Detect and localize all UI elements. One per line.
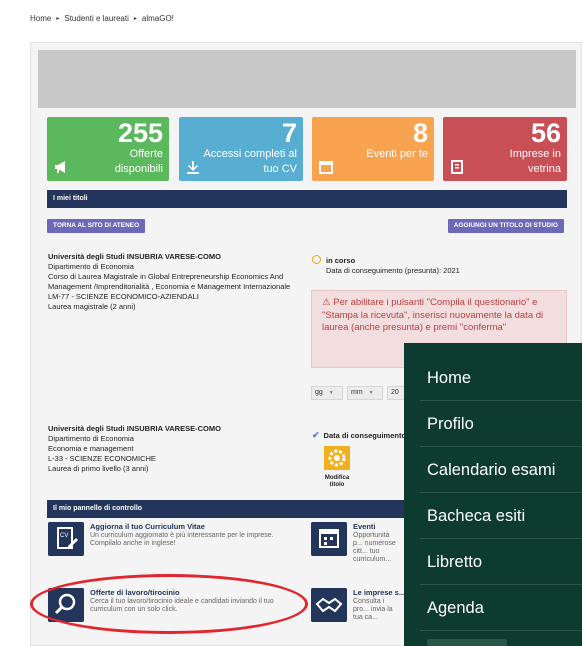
back-to-university-button[interactable]: TORNA AL SITO DI ATENEO — [47, 219, 146, 233]
stat-tile-accessi[interactable]: 7 Accessi completi al tuo CV — [179, 117, 303, 181]
check-icon: ✔ — [312, 430, 320, 440]
menu-item-label: Home — [427, 369, 472, 387]
svg-text:CV: CV — [60, 533, 68, 539]
course-name: Corso di Laurea Magistrale in Global Ent… — [48, 272, 291, 291]
alert-text: Per abilitare i pulsanti "Compila il que… — [322, 297, 544, 333]
breadcrumb-almago: almaGO! — [141, 14, 174, 23]
title-card-triennale: Università degli Studi INSUBRIA VARESE-C… — [48, 424, 298, 474]
day-select[interactable]: gg ▼ — [311, 386, 343, 400]
degree-class: L-33 - SCIENZE ECONOMICHE — [48, 454, 156, 463]
degree-class: LM-77 - SCIENZE ECONOMICO-AZIENDALI — [48, 292, 199, 301]
breadcrumb-studenti[interactable]: Studenti e laureati — [64, 14, 129, 23]
control-item-title: Eventi — [353, 522, 376, 531]
graduation-date-selects: gg ▼ mm ▼ 20 — [311, 386, 413, 400]
stat-label: Imprese in vetrina — [509, 148, 561, 175]
stat-label: Offerte disponibili — [114, 148, 163, 175]
menu-item-profilo[interactable]: Profilo — [404, 401, 582, 447]
stat-tile-imprese[interactable]: 56 Imprese in vetrina — [443, 117, 567, 181]
handshake-icon — [311, 588, 347, 622]
menu-item-bacheca-esiti[interactable]: Bacheca esiti — [404, 493, 582, 539]
degree-type: Laurea magistrale (2 anni) — [48, 302, 136, 311]
menu-item-label: Libretto — [427, 553, 483, 571]
degree-status: in corso Data di conseguimento (presunta… — [312, 255, 460, 276]
menu-item-label: Calendario esami — [427, 461, 556, 479]
warning-icon: ⚠ — [322, 297, 331, 308]
gear-icon — [324, 446, 350, 470]
university-name: Università degli Studi INSUBRIA VARESE-C… — [48, 424, 221, 433]
menu-item-libretto[interactable]: Libretto — [404, 539, 582, 585]
control-item-title: Aggiorna il tuo Curriculum Vitae — [90, 522, 205, 531]
banner-image — [38, 50, 576, 108]
university-name: Università degli Studi INSUBRIA VARESE-C… — [48, 252, 221, 261]
breadcrumb-home[interactable]: Home — [30, 14, 51, 23]
month-select[interactable]: mm ▼ — [347, 386, 383, 400]
menu-item-agenda[interactable]: Agenda — [404, 585, 582, 631]
title-card-magistrale: Università degli Studi INSUBRIA VARESE-C… — [48, 252, 298, 312]
stat-tile-eventi[interactable]: 8 Eventi per te — [312, 117, 434, 181]
year-select-value: 20 — [391, 389, 399, 396]
menu-item-label: Agenda — [427, 599, 484, 617]
breadcrumb-separator: ▸ — [133, 16, 137, 22]
title2-date: ✔ Data di conseguimento — [312, 430, 406, 441]
menu-item-home[interactable]: Home — [404, 355, 582, 401]
course-name: Economia e management — [48, 444, 134, 453]
clock-icon — [312, 255, 321, 264]
menu-divider — [420, 630, 582, 631]
status-date: Data di conseguimento (presunta): 2021 — [326, 266, 460, 275]
add-title-button[interactable]: AGGIUNGI UN TITOLO DI STUDIO — [447, 219, 564, 233]
title2-date-label: Data di conseguimento — [323, 431, 407, 440]
cv-icon: CV — [48, 522, 84, 556]
edit-title-label: Modifica titolo — [324, 475, 350, 488]
stat-number: 255 — [117, 118, 163, 148]
stat-number: 56 — [530, 118, 561, 148]
edit-title-button[interactable]: Modifica titolo — [322, 446, 352, 489]
breadcrumb-separator: ▸ — [56, 16, 60, 22]
stat-label: Accessi completi al tuo CV — [203, 148, 297, 175]
stat-number: 8 — [412, 118, 428, 148]
stat-label: Eventi per te — [366, 148, 428, 160]
chevron-down-icon: ▼ — [328, 390, 334, 396]
app-side-menu: Home Profilo Calendario esami Bacheca es… — [404, 343, 582, 646]
control-item-title: Le imprese s... — [353, 588, 406, 597]
highlight-annotation — [30, 574, 308, 634]
stat-number: 7 — [281, 118, 297, 148]
day-select-value: gg — [315, 389, 323, 396]
menu-item-partial[interactable] — [427, 639, 507, 646]
month-select-value: mm — [351, 389, 363, 396]
control-item-desc: Consulta i pro... invia la tua ca... — [353, 598, 393, 621]
status-label: in corso — [326, 256, 356, 265]
department: Dipartimento di Economia — [48, 434, 134, 443]
download-icon — [187, 161, 199, 174]
control-item-desc: Un curriculum aggiornato è più interessa… — [90, 532, 274, 547]
building-icon — [451, 160, 463, 174]
menu-item-label: Profilo — [427, 415, 474, 433]
calendar-icon — [319, 161, 333, 174]
chevron-down-icon: ▼ — [368, 390, 374, 396]
calendar-icon — [311, 522, 347, 556]
megaphone-icon — [55, 161, 65, 173]
stat-tile-offerte[interactable]: 255 Offerte disponibili — [47, 117, 169, 181]
degree-type: Laurea di primo livello (3 anni) — [48, 464, 149, 473]
department: Dipartimento di Economia — [48, 262, 134, 271]
section-header-titoli: I miei titoli — [47, 190, 567, 208]
control-item-desc: Opportunità p... numerose citt... tuo cu… — [353, 532, 396, 563]
menu-item-label: Bacheca esiti — [427, 507, 526, 525]
breadcrumb: Home ▸ Studenti e laureati ▸ almaGO! — [30, 14, 174, 23]
menu-item-calendario-esami[interactable]: Calendario esami — [404, 447, 582, 493]
